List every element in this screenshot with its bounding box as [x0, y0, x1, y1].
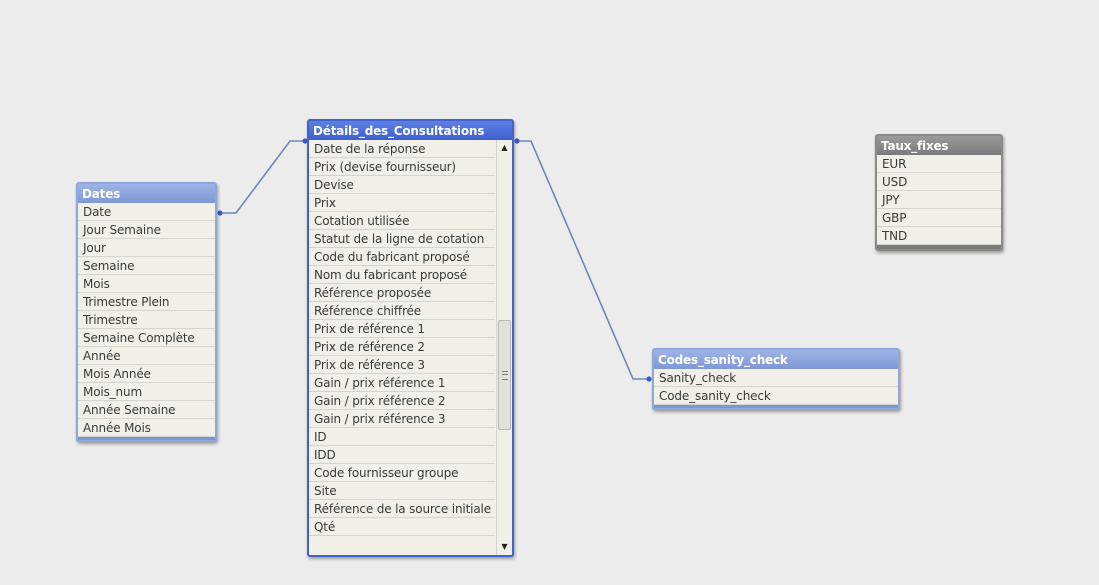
field-item[interactable]: Mois	[78, 275, 215, 293]
field-item[interactable]: Gain / prix référence 2	[309, 392, 495, 410]
field-item[interactable]: Prix de référence 1	[309, 320, 495, 338]
field-item[interactable]: Gain / prix référence 1	[309, 374, 495, 392]
field-item[interactable]: GBP	[877, 209, 1001, 227]
field-item[interactable]: Code du fabricant proposé	[309, 248, 495, 266]
field-item[interactable]: Code fournisseur groupe	[309, 464, 495, 482]
field-item[interactable]: TND	[877, 227, 1001, 245]
table-details-des-consultations[interactable]: Détails_des_Consultations Date de la rép…	[307, 119, 514, 557]
field-item[interactable]: Mois Année	[78, 365, 215, 383]
vertical-scrollbar[interactable]: ▲ ▼	[496, 140, 512, 555]
link-dates-details	[220, 140, 305, 214]
table-title[interactable]: Dates	[78, 184, 215, 203]
field-item[interactable]: Jour	[78, 239, 215, 257]
field-item[interactable]: Référence proposée	[309, 284, 495, 302]
scroll-up-icon[interactable]: ▲	[497, 140, 512, 156]
table-title[interactable]: Codes_sanity_check	[654, 350, 898, 369]
table-title[interactable]: Détails_des_Consultations	[309, 121, 512, 140]
link-dot	[646, 376, 652, 382]
field-item[interactable]: USD	[877, 173, 1001, 191]
link-details-codes	[517, 140, 649, 380]
field-item[interactable]: Référence de la source initiale	[309, 500, 495, 518]
table-codes-sanity-check[interactable]: Codes_sanity_check Sanity_check Code_sani…	[652, 348, 900, 410]
link-dot	[514, 138, 520, 144]
field-item[interactable]: Semaine Complète	[78, 329, 215, 347]
field-item[interactable]: Devise	[309, 176, 495, 194]
field-item[interactable]: Prix de référence 2	[309, 338, 495, 356]
table-taux-fixes[interactable]: Taux_fixes EUR USD JPY GBP TND	[875, 134, 1003, 251]
field-item[interactable]: Site	[309, 482, 495, 500]
table-dates[interactable]: Dates Date Jour Semaine Jour Semaine Mois Tri…	[76, 182, 217, 442]
field-item[interactable]: IDD	[309, 446, 495, 464]
field-list: EUR USD JPY GBP TND	[877, 155, 1001, 245]
field-item[interactable]: Prix (devise fournisseur)	[309, 158, 495, 176]
field-item[interactable]: ID	[309, 428, 495, 446]
grip-icon	[502, 371, 508, 380]
link-dot	[217, 210, 223, 216]
field-item[interactable]: Code_sanity_check	[654, 387, 898, 405]
field-item[interactable]: Sanity_check	[654, 369, 898, 387]
field-item[interactable]: Année Semaine	[78, 401, 215, 419]
field-list: Sanity_check Code_sanity_check	[654, 369, 898, 405]
field-item[interactable]: Prix de référence 3	[309, 356, 495, 374]
field-list: Date Jour Semaine Jour Semaine Mois Trimestre…	[78, 203, 215, 437]
field-item[interactable]: Trimestre	[78, 311, 215, 329]
field-item[interactable]: Référence chiffrée	[309, 302, 495, 320]
field-item[interactable]: Date de la réponse	[309, 140, 495, 158]
field-item[interactable]: Qté	[309, 518, 495, 536]
scroll-down-icon[interactable]: ▼	[497, 539, 512, 555]
field-item[interactable]: JPY	[877, 191, 1001, 209]
field-list: Date de la réponse Prix (devise fournisse…	[309, 140, 512, 555]
table-title[interactable]: Taux_fixes	[877, 136, 1001, 155]
field-list-items: Date de la réponse Prix (devise fournisse…	[309, 140, 495, 536]
field-item[interactable]: Année Mois	[78, 419, 215, 437]
field-item[interactable]: Mois_num	[78, 383, 215, 401]
field-item[interactable]: Statut de la ligne de cotation	[309, 230, 495, 248]
field-item[interactable]: Année	[78, 347, 215, 365]
field-item[interactable]: Jour Semaine	[78, 221, 215, 239]
field-item[interactable]: Date	[78, 203, 215, 221]
field-item[interactable]: Gain / prix référence 3	[309, 410, 495, 428]
field-item[interactable]: Trimestre Plein	[78, 293, 215, 311]
field-item[interactable]: Cotation utilisée	[309, 212, 495, 230]
field-item[interactable]: Prix	[309, 194, 495, 212]
field-item[interactable]: Nom du fabricant proposé	[309, 266, 495, 284]
field-item[interactable]: Semaine	[78, 257, 215, 275]
field-item[interactable]: EUR	[877, 155, 1001, 173]
scroll-thumb[interactable]	[498, 320, 511, 430]
